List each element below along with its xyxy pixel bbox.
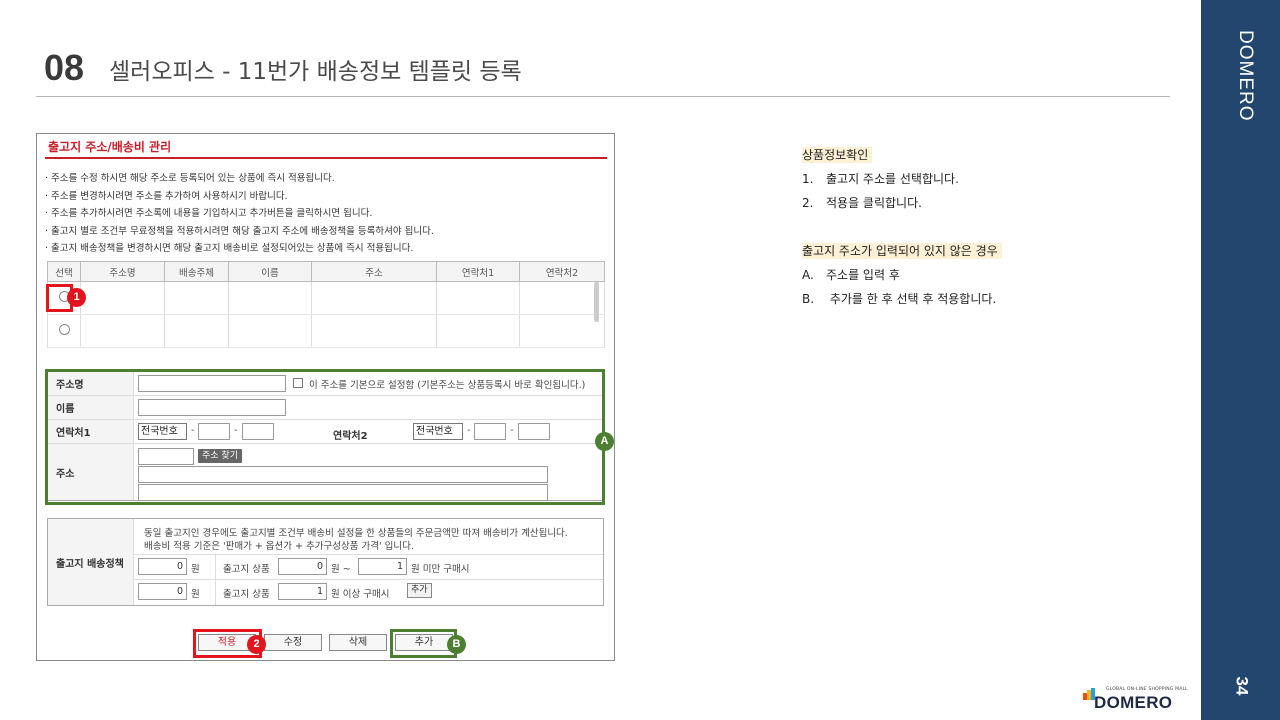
step-badge-a: A: [595, 432, 614, 451]
logo-tagline: GLOBAL ON-LINE SHOPPING MALL: [1106, 687, 1188, 692]
won-unit: 원: [191, 589, 200, 600]
highlight-address-form: [45, 369, 605, 505]
address-select-radio[interactable]: [58, 324, 70, 335]
slide: 08 셀러오피스 - 11번가 배송정보 템플릿 등록 DOMERO 34 출고…: [0, 0, 1280, 720]
won-tilde: 원 ~: [331, 564, 351, 575]
policy-divider: [134, 554, 603, 555]
policy-divider: [134, 579, 603, 580]
table-header-row: 선택 주소명 배송주체 이름 주소 연락처1 연락처2: [47, 261, 605, 282]
base-fee-input[interactable]: 0: [138, 558, 187, 575]
range-from-input[interactable]: 0: [278, 558, 327, 575]
delete-button[interactable]: 삭제: [329, 634, 387, 651]
column-header: 주소: [311, 261, 437, 282]
column-header: 이름: [228, 261, 312, 282]
section2-step-a: A. 주소를 입력 후: [802, 268, 900, 282]
logo-wordmark: DOMERO: [1094, 693, 1173, 712]
policy-add-button[interactable]: 추가: [407, 583, 432, 598]
page-number: 34: [1232, 676, 1252, 696]
section1-step-2: 2. 적용을 클릭합니다.: [802, 196, 922, 210]
table-row: [47, 281, 605, 315]
under-purchase-text: 원 미만 구매시: [411, 564, 470, 575]
window-title: 출고지 주소/배송비 관리: [48, 140, 172, 154]
notice-list: · 주소를 수정 하시면 해당 주소로 등록되어 있는 상품에 즉시 적용됩니다…: [45, 170, 605, 258]
step-badge-2: 2: [247, 635, 266, 654]
column-header: 배송주체: [164, 261, 229, 282]
step-badge-1: 1: [67, 288, 86, 307]
column-header: 선택: [47, 261, 81, 282]
notice-item: · 주소를 변경하시려면 주소를 추가하여 사용하시기 바랍니다.: [45, 190, 288, 202]
header-divider: [36, 96, 1170, 97]
step-badge-b: B: [447, 635, 466, 654]
window-title-rule: [45, 157, 607, 159]
slide-title: 셀러오피스 - 11번가 배송정보 템플릿 등록: [109, 59, 522, 85]
column-header: 연락처2: [519, 261, 605, 282]
column-header: 연락처1: [436, 261, 520, 282]
policy-description-2: 배송비 적용 기준은 '판매가 + 옵션가 + 추가구성상품 가격' 입니다.: [144, 541, 414, 552]
address-table: 선택 주소명 배송주체 이름 주소 연락처1 연락처2: [47, 261, 605, 348]
product-label: 출고지 상품: [223, 564, 270, 575]
band-brand-text: DOMERO: [1235, 30, 1256, 122]
notice-item: · 주소를 추가하시려면 주소록에 내용을 기입하시고 추가버튼을 클릭하시면 …: [45, 208, 373, 219]
section2-title: 출고지 주소가 입력되어 있지 않은 경우: [802, 242, 1002, 259]
policy-description-1: 동일 출고지인 경우에도 출고지별 조건부 배송비 설정을 한 상품들의 주문금…: [144, 528, 568, 539]
product-label: 출고지 상품: [223, 589, 270, 600]
edit-button[interactable]: 수정: [264, 634, 322, 651]
domero-logo: GLOBAL ON-LINE SHOPPING MALL DOMERO: [1082, 685, 1188, 713]
section1-step-1: 1. 출고지 주소를 선택합니다.: [802, 172, 959, 186]
over-purchase-text: 원 이상 구매시: [331, 589, 390, 600]
notice-item: · 출고지 배송정책을 변경하시면 해당 출고지 배송비로 설정되어있는 상품에…: [45, 243, 414, 254]
table-scrollbar[interactable]: [594, 282, 599, 322]
notice-item: · 출고지 별로 조건부 무료정책을 적용하시려면 해당 출고지 주소에 배송정…: [45, 225, 434, 237]
section1-title: 상품정보확인: [802, 146, 873, 163]
range-to-input[interactable]: 1: [358, 558, 407, 575]
slide-number: 08: [44, 47, 85, 88]
shipping-policy-box: 출고지 배송정책 동일 출고지인 경우에도 출고지별 조건부 배송비 설정을 한…: [47, 518, 604, 606]
notice-item: · 주소를 수정 하시면 해당 주소로 등록되어 있는 상품에 즉시 적용됩니다…: [45, 173, 335, 184]
column-header: 주소명: [80, 261, 165, 282]
shipping-policy-label: 출고지 배송정책: [48, 519, 134, 605]
threshold-input[interactable]: 1: [278, 583, 327, 600]
won-unit: 원: [191, 564, 200, 575]
policy-column-divider: [215, 554, 216, 605]
section2-step-b: B. 추가를 한 후 선택 후 적용합니다.: [802, 292, 997, 306]
conditional-fee-input[interactable]: 0: [138, 583, 187, 600]
table-row: [47, 314, 605, 348]
